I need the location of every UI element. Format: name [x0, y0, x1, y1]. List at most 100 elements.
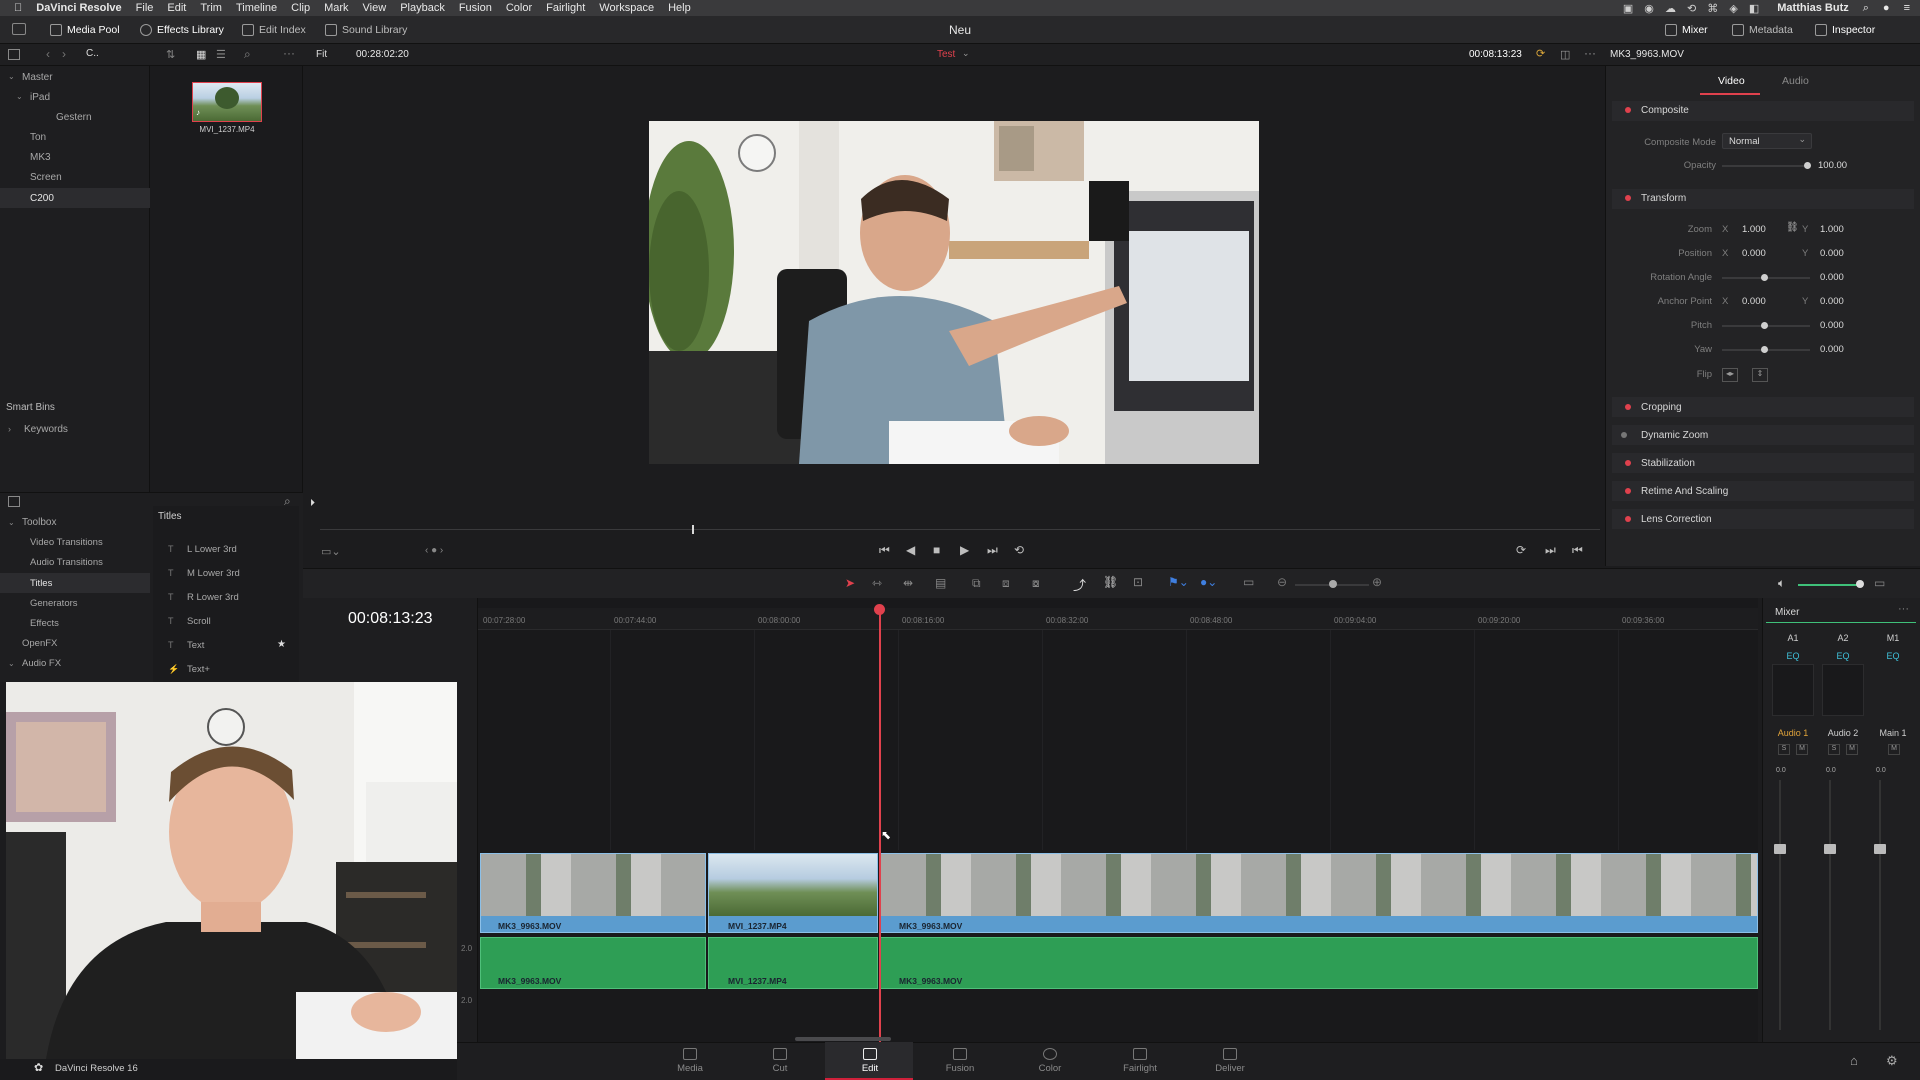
dynamic-trim-icon[interactable]: ⇹: [903, 576, 913, 590]
keywords-bin[interactable]: Keywords: [24, 424, 68, 435]
favorite-star-icon[interactable]: ★: [277, 639, 286, 650]
prev-edit-icon[interactable]: ⏮: [1572, 543, 1583, 558]
title-l-lower-3rd[interactable]: L Lower 3rd: [187, 544, 237, 555]
mute-button[interactable]: M: [1888, 744, 1900, 755]
frame-guide-icon[interactable]: ▭⌄: [321, 545, 341, 558]
mute-button[interactable]: M: [1796, 744, 1808, 755]
menu-view[interactable]: View: [356, 2, 394, 14]
flip-horizontal-icon[interactable]: ◂▸: [1722, 368, 1738, 382]
menu-trim[interactable]: Trim: [193, 2, 229, 14]
fader-knob-a1[interactable]: [1774, 844, 1786, 854]
snapping-icon[interactable]: ⤴: [1073, 575, 1086, 594]
timeline-zoom-knob[interactable]: [1329, 580, 1337, 588]
page-media[interactable]: Media: [645, 1048, 735, 1074]
menu-workspace[interactable]: Workspace: [592, 2, 661, 14]
flip-vertical-icon[interactable]: ⇕: [1752, 368, 1768, 382]
transform-header[interactable]: Transform: [1641, 193, 1686, 204]
cropping-dot[interactable]: [1625, 404, 1631, 410]
chevron-down-icon[interactable]: ⌄: [962, 48, 970, 59]
zoom-x-value[interactable]: 1.000: [1742, 224, 1766, 235]
menu-timeline[interactable]: Timeline: [229, 2, 284, 14]
timeline-view-icon[interactable]: ▭: [1243, 575, 1254, 589]
composite-header[interactable]: Composite: [1641, 105, 1689, 116]
next-edit-icon[interactable]: ⏭: [1545, 543, 1556, 558]
menu-clip[interactable]: Clip: [284, 2, 317, 14]
loop-icon[interactable]: ⟲: [1014, 543, 1024, 557]
effects-sidebar-icon[interactable]: [8, 496, 20, 507]
apple-icon[interactable]: : [0, 2, 29, 14]
user-name[interactable]: Matthias Butz: [1770, 2, 1856, 14]
search-bin-icon[interactable]: ⌕: [244, 47, 251, 62]
bin-gestern[interactable]: Gestern: [56, 112, 92, 123]
jog-control-icon[interactable]: ‹ ● ›: [425, 545, 443, 556]
anchor-x-value[interactable]: 0.000: [1742, 296, 1766, 307]
audio-fx[interactable]: Audio FX: [22, 658, 61, 669]
rotation-value[interactable]: 0.000: [1820, 272, 1844, 283]
openfx[interactable]: OpenFX: [22, 638, 57, 649]
position-x-value[interactable]: 0.000: [1742, 248, 1766, 259]
title-text[interactable]: Text: [187, 640, 204, 651]
title-m-lower-3rd[interactable]: M Lower 3rd: [187, 568, 240, 579]
inspector-tab-video[interactable]: Video: [1718, 75, 1745, 87]
media-thumbnail[interactable]: ♪: [192, 82, 262, 122]
viewer-frame[interactable]: [649, 121, 1259, 464]
sound-library-button[interactable]: Sound Library: [325, 21, 407, 39]
lens-correction-header[interactable]: Lens Correction: [1641, 514, 1712, 525]
stabilization-header[interactable]: Stabilization: [1641, 458, 1695, 469]
retime-header[interactable]: Retime And Scaling: [1641, 486, 1728, 497]
menu-mark[interactable]: Mark: [317, 2, 355, 14]
edit-index-button[interactable]: Edit Index: [242, 21, 306, 39]
viewer-scrubber[interactable]: [320, 529, 1600, 530]
yaw-slider-knob[interactable]: [1761, 346, 1768, 353]
timeline-ruler[interactable]: [478, 608, 1758, 630]
zoom-in-icon[interactable]: ⊕: [1372, 575, 1382, 589]
fader-knob-a2[interactable]: [1824, 844, 1836, 854]
pan-control-a1[interactable]: [1772, 664, 1814, 716]
pitch-value[interactable]: 0.000: [1820, 320, 1844, 331]
composite-mode-select[interactable]: Normal ⌄: [1722, 133, 1812, 149]
page-deliver[interactable]: Deliver: [1185, 1048, 1275, 1074]
anchor-y-value[interactable]: 0.000: [1820, 296, 1844, 307]
bin-screen[interactable]: Screen: [30, 172, 62, 183]
bin-ton[interactable]: Ton: [30, 132, 46, 143]
list-view-icon[interactable]: ☰: [216, 48, 226, 61]
lock-icon[interactable]: ⊡: [1133, 575, 1143, 589]
effects-category[interactable]: Effects: [30, 618, 59, 629]
opacity-slider-knob[interactable]: [1804, 162, 1811, 169]
volume-icon[interactable]: 🔈︎: [1778, 576, 1785, 591]
rotation-slider-knob[interactable]: [1761, 274, 1768, 281]
path-label-icon[interactable]: C..: [86, 48, 99, 59]
collapse-icon[interactable]: ⌄: [16, 92, 23, 101]
menu-list-icon[interactable]: ≡: [1897, 2, 1920, 14]
generators[interactable]: Generators: [30, 598, 78, 609]
menu-color[interactable]: Color: [499, 2, 539, 14]
sidebar-toggle-icon[interactable]: [8, 49, 20, 60]
pan-control-a2[interactable]: [1822, 664, 1864, 716]
viewer-more-icon[interactable]: ···: [1584, 46, 1596, 60]
viewer-fit[interactable]: Fit: [316, 49, 327, 60]
page-edit[interactable]: Edit: [825, 1048, 915, 1074]
yaw-value[interactable]: 0.000: [1820, 344, 1844, 355]
menu-fairlight[interactable]: Fairlight: [539, 2, 592, 14]
trim-tool-icon[interactable]: ⇿: [872, 576, 882, 590]
media-pool-button[interactable]: Media Pool: [50, 21, 120, 39]
position-y-value[interactable]: 0.000: [1820, 248, 1844, 259]
title-text-plus[interactable]: Text+: [187, 664, 210, 675]
title-r-lower-3rd[interactable]: R Lower 3rd: [187, 592, 239, 603]
menu-fusion[interactable]: Fusion: [452, 2, 499, 14]
page-color[interactable]: Color: [1005, 1048, 1095, 1074]
play-reverse-icon[interactable]: ◀: [906, 543, 915, 557]
playhead-marker-icon[interactable]: [874, 604, 885, 615]
expand-icon[interactable]: ›: [8, 424, 11, 434]
flag-icon[interactable]: ⚑⌄: [1168, 575, 1189, 589]
audio-transitions[interactable]: Audio Transitions: [30, 557, 103, 568]
home-icon[interactable]: ⌂: [1850, 1053, 1858, 1068]
video-clip[interactable]: [880, 853, 1758, 933]
eq-button-a1[interactable]: EQ: [1773, 651, 1813, 661]
go-to-start-icon[interactable]: ⏮: [879, 543, 890, 558]
fader-track-m1[interactable]: [1879, 780, 1881, 1030]
bin-c200-row[interactable]: [0, 188, 150, 208]
eq-button-m1[interactable]: EQ: [1873, 651, 1913, 661]
replace-clip-icon[interactable]: ⧇: [1032, 576, 1040, 591]
profile-icon[interactable]: ●: [1876, 2, 1897, 14]
